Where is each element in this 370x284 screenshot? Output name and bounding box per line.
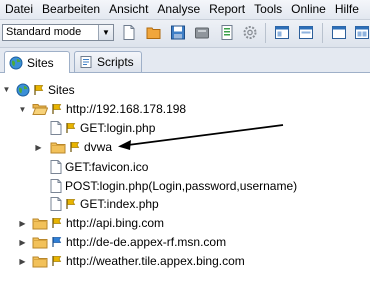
annotation-arrow	[118, 124, 284, 150]
toolbar-separator	[265, 23, 266, 43]
menu-help[interactable]: Hilfe	[330, 0, 363, 19]
layout-tabs-icon[interactable]	[331, 24, 347, 41]
layout-full-icon[interactable]	[274, 24, 290, 41]
new-session-icon[interactable]	[121, 24, 137, 41]
tab-scripts-label: Scripts	[97, 55, 134, 69]
toolbar-separator	[322, 23, 323, 43]
chevron-down-icon[interactable]: ▼	[98, 25, 113, 40]
session-properties-icon[interactable]	[219, 24, 235, 41]
sites-tree: ▼ Sites ▼ http://192.168.178.198 GET:log…	[0, 73, 370, 284]
menu-view[interactable]: Ansicht	[104, 0, 152, 19]
gear-icon[interactable]	[242, 24, 258, 41]
save-icon[interactable]	[170, 24, 186, 41]
menu-file[interactable]: Datei	[0, 0, 37, 19]
layout-split-icon[interactable]	[298, 24, 314, 41]
tab-sites[interactable]: Sites	[4, 51, 70, 73]
open-session-icon[interactable]	[146, 24, 162, 41]
menu-bar: Datei Bearbeiten Ansicht Analyse Report …	[0, 0, 370, 20]
globe-icon	[9, 56, 23, 70]
scripts-icon	[80, 56, 92, 68]
tab-sites-label: Sites	[27, 55, 54, 70]
menu-tools[interactable]: Tools	[249, 0, 286, 19]
menu-online[interactable]: Online	[286, 0, 330, 19]
menu-analyse[interactable]: Analyse	[152, 0, 204, 19]
layout-panels-icon[interactable]	[354, 24, 370, 41]
menu-edit[interactable]: Bearbeiten	[37, 0, 104, 19]
toolbar: Standard mode ▼	[0, 20, 370, 48]
snapshot-icon[interactable]	[194, 24, 210, 41]
mode-select[interactable]: Standard mode ▼	[2, 24, 114, 41]
mode-select-value: Standard mode	[6, 26, 82, 38]
tab-scripts[interactable]: Scripts	[74, 51, 142, 72]
menu-report[interactable]: Report	[204, 0, 249, 19]
tab-bar: Sites Scripts	[0, 48, 370, 73]
